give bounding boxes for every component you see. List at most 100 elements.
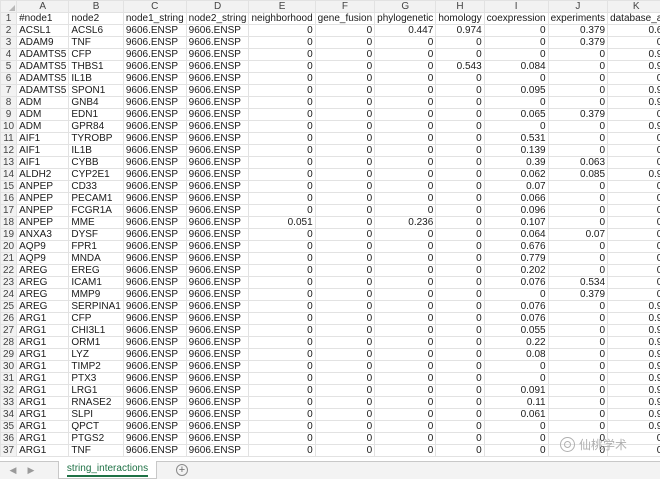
cell[interactable]: 0.676 bbox=[483, 240, 549, 253]
cell[interactable]: ARG1 bbox=[16, 444, 70, 457]
cell-grid[interactable]: ABCDEFGHIJKLMN 1#node1node2node1_stringn… bbox=[0, 0, 660, 457]
row-header[interactable]: 1 bbox=[0, 12, 18, 25]
cell[interactable]: 9606.ENSP bbox=[122, 444, 187, 457]
cell[interactable]: GNB4 bbox=[68, 96, 124, 109]
row-header[interactable]: 24 bbox=[0, 288, 18, 301]
cell[interactable]: 0.9 bbox=[607, 336, 660, 349]
cell[interactable]: 0 bbox=[374, 444, 437, 457]
cell[interactable]: 0 bbox=[374, 96, 437, 109]
cell[interactable]: 0.9 bbox=[607, 60, 660, 73]
cell[interactable]: CHI3L1 bbox=[68, 324, 124, 337]
cell[interactable]: 0 bbox=[374, 300, 437, 313]
column-header-D[interactable]: D bbox=[185, 0, 250, 13]
cell[interactable]: IL1B bbox=[68, 144, 124, 157]
row-header[interactable]: 5 bbox=[0, 60, 18, 73]
cell[interactable]: ARG1 bbox=[16, 384, 70, 397]
column-header-F[interactable]: F bbox=[314, 0, 376, 13]
cell[interactable]: 0 bbox=[547, 324, 609, 337]
cell[interactable]: 0 bbox=[547, 420, 609, 433]
cell[interactable]: 0 bbox=[314, 96, 376, 109]
cell[interactable]: 0 bbox=[374, 264, 437, 277]
row-header[interactable]: 27 bbox=[0, 324, 18, 337]
cell[interactable]: 0.091 bbox=[483, 384, 549, 397]
cell[interactable]: 0.531 bbox=[483, 132, 549, 145]
cell[interactable]: 0 bbox=[547, 132, 609, 145]
cell[interactable]: SERPINA1 bbox=[68, 300, 124, 313]
cell[interactable]: 0 bbox=[314, 156, 376, 169]
cell[interactable]: 0 bbox=[314, 276, 376, 289]
cell[interactable]: 9606.ENSP bbox=[185, 216, 250, 229]
cell[interactable]: 0 bbox=[314, 360, 376, 373]
cell[interactable]: LRG1 bbox=[68, 384, 124, 397]
cell[interactable]: 0 bbox=[248, 108, 316, 121]
cell[interactable]: 0 bbox=[547, 204, 609, 217]
cell[interactable]: experiments bbox=[547, 12, 609, 25]
cell[interactable]: 0 bbox=[435, 432, 485, 445]
cell[interactable]: EDN1 bbox=[68, 108, 124, 121]
cell[interactable]: 0 bbox=[314, 132, 376, 145]
cell[interactable]: 0 bbox=[314, 384, 376, 397]
cell[interactable]: PECAM1 bbox=[68, 192, 124, 205]
cell[interactable]: 0 bbox=[547, 120, 609, 133]
cell[interactable]: 0 bbox=[435, 96, 485, 109]
cell[interactable]: 9606.ENSP bbox=[185, 384, 250, 397]
cell[interactable]: 9606.ENSP bbox=[185, 108, 250, 121]
cell[interactable]: 9606.ENSP bbox=[185, 132, 250, 145]
cell[interactable]: 0 bbox=[314, 408, 376, 421]
cell[interactable]: 0 bbox=[314, 252, 376, 265]
cell[interactable]: AQP9 bbox=[16, 240, 70, 253]
cell[interactable]: 0 bbox=[483, 372, 549, 385]
cell[interactable]: 0 bbox=[248, 336, 316, 349]
cell[interactable]: 0 bbox=[607, 156, 660, 169]
cell[interactable]: 9606.ENSP bbox=[185, 36, 250, 49]
cell[interactable]: 0.062 bbox=[483, 168, 549, 181]
cell[interactable]: 0.379 bbox=[547, 36, 609, 49]
cell[interactable]: 0.055 bbox=[483, 324, 549, 337]
cell[interactable]: 9606.ENSP bbox=[122, 60, 187, 73]
cell[interactable]: 0.236 bbox=[374, 216, 437, 229]
cell[interactable]: 0 bbox=[314, 72, 376, 85]
cell[interactable]: 0 bbox=[248, 408, 316, 421]
cell[interactable]: 0 bbox=[607, 144, 660, 157]
row-header[interactable]: 2 bbox=[0, 24, 18, 37]
cell[interactable]: AREG bbox=[16, 300, 70, 313]
cell[interactable]: 0 bbox=[314, 168, 376, 181]
cell[interactable]: 0.096 bbox=[483, 204, 549, 217]
cell[interactable]: 9606.ENSP bbox=[122, 408, 187, 421]
cell[interactable]: 0 bbox=[248, 348, 316, 361]
cell[interactable]: 0 bbox=[435, 84, 485, 97]
cell[interactable]: 0 bbox=[314, 84, 376, 97]
row-header[interactable]: 22 bbox=[0, 264, 18, 277]
cell[interactable]: 0.107 bbox=[483, 216, 549, 229]
row-header[interactable]: 34 bbox=[0, 408, 18, 421]
cell[interactable]: 0.534 bbox=[547, 276, 609, 289]
column-header-E[interactable]: E bbox=[248, 0, 316, 13]
cell[interactable]: 0 bbox=[374, 288, 437, 301]
cell[interactable]: 0.9 bbox=[607, 348, 660, 361]
cell[interactable]: 9606.ENSP bbox=[122, 288, 187, 301]
cell[interactable]: 0 bbox=[483, 420, 549, 433]
cell[interactable]: 0.379 bbox=[547, 108, 609, 121]
row-header[interactable]: 33 bbox=[0, 396, 18, 409]
cell[interactable]: 9606.ENSP bbox=[185, 396, 250, 409]
cell[interactable]: 9606.ENSP bbox=[185, 312, 250, 325]
cell[interactable]: 0 bbox=[435, 324, 485, 337]
cell[interactable]: #node1 bbox=[16, 12, 70, 25]
row-header[interactable]: 25 bbox=[0, 300, 18, 313]
cell[interactable]: 0 bbox=[435, 360, 485, 373]
cell[interactable]: ADM bbox=[16, 96, 70, 109]
cell[interactable]: 0 bbox=[248, 264, 316, 277]
cell[interactable]: 0.9 bbox=[607, 384, 660, 397]
cell[interactable]: 0 bbox=[374, 360, 437, 373]
cell[interactable]: 0 bbox=[248, 324, 316, 337]
cell[interactable]: 0 bbox=[314, 48, 376, 61]
cell[interactable]: ACSL1 bbox=[16, 24, 70, 37]
cell[interactable]: 0 bbox=[248, 144, 316, 157]
cell[interactable]: 0 bbox=[314, 180, 376, 193]
cell[interactable]: 0.6 bbox=[607, 24, 660, 37]
row-header[interactable]: 16 bbox=[0, 192, 18, 205]
cell[interactable]: 0 bbox=[374, 108, 437, 121]
cell[interactable]: 0 bbox=[435, 192, 485, 205]
cell[interactable]: 9606.ENSP bbox=[122, 312, 187, 325]
cell[interactable]: 0.9 bbox=[607, 372, 660, 385]
